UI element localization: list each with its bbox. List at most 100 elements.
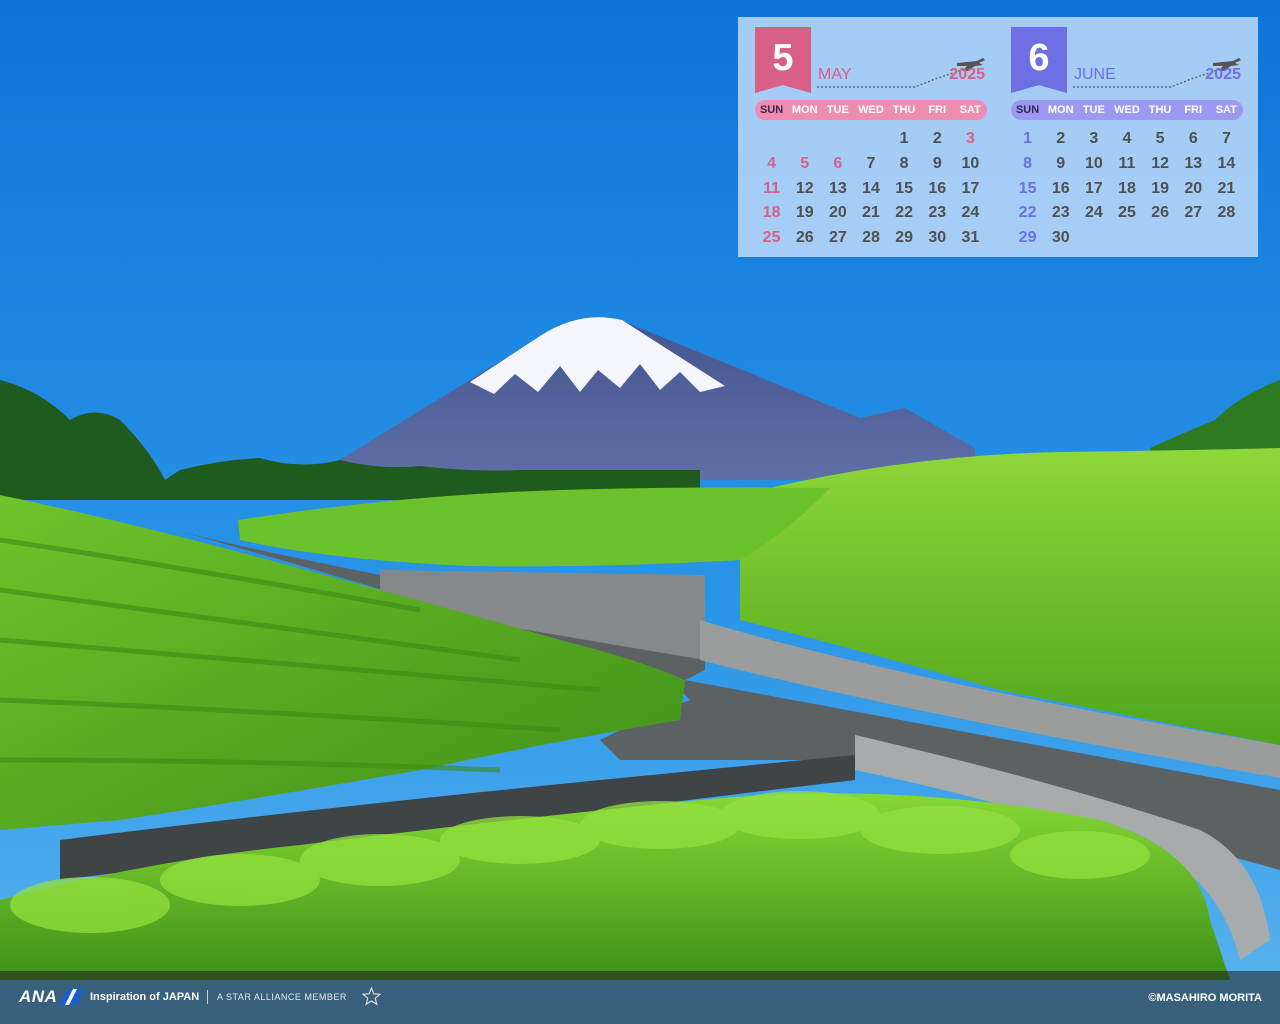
- weekday-label: THU: [892, 104, 916, 116]
- day-cell: 6: [1188, 130, 1198, 147]
- ana-stripe-icon: [59, 989, 86, 1005]
- day-cell: 24: [1084, 204, 1103, 222]
- weekday-label: MON: [791, 104, 818, 116]
- day-cell: 8: [899, 154, 909, 172]
- day-cell: 29: [895, 229, 914, 247]
- month-name: MAY: [818, 66, 852, 83]
- weekday-label: WED: [858, 104, 884, 116]
- weekday-label: FRI: [928, 104, 947, 116]
- weekday-label: SUN: [759, 104, 784, 116]
- day-cell: 23: [928, 204, 947, 222]
- day-empty: [821, 127, 854, 152]
- day-cell: 16: [1051, 179, 1070, 197]
- day-cell: 3: [1089, 130, 1099, 147]
- ana-logo: ANA: [19, 987, 86, 1006]
- day-cell: 5: [1155, 130, 1165, 147]
- weekday-label: FRI: [1184, 104, 1203, 116]
- month-year: 2025: [949, 66, 985, 83]
- day-cell: 4: [767, 154, 777, 172]
- month-year: 2025: [1205, 66, 1241, 83]
- calendar-panel: 5 MAY 2025 SUN MON TUE WED THU FRI SAT 1…: [738, 17, 1258, 257]
- day-cell: 13: [1184, 154, 1203, 172]
- day-cell: 17: [1084, 179, 1103, 197]
- day-cell: 11: [763, 179, 781, 197]
- day-cell: 1: [899, 130, 909, 147]
- day-cell: 2: [1056, 130, 1066, 147]
- day-cell: 27: [1184, 204, 1203, 222]
- day-cell: 17: [961, 179, 980, 197]
- day-cell: 1: [1023, 130, 1033, 147]
- weekday-header: SUN MON TUE WED THU FRI SAT: [755, 100, 987, 120]
- day-cell: 11: [1118, 154, 1136, 172]
- day-cell: 28: [1217, 204, 1236, 222]
- day-cell: 28: [862, 229, 880, 247]
- month-june: 6 JUNE 2025 SUN MON TUE WED THU FRI SAT …: [1011, 27, 1243, 249]
- day-cell: 30: [928, 229, 947, 247]
- day-empty: [854, 127, 887, 152]
- day-cell: 31: [961, 229, 980, 247]
- day-cell: 9: [932, 154, 942, 172]
- day-cell: 21: [1217, 179, 1236, 197]
- day-cell: 24: [961, 204, 980, 222]
- ana-logo-text: ANA: [19, 987, 58, 1006]
- tagline: Inspiration of JAPAN: [90, 991, 200, 1003]
- day-cell: 16: [928, 179, 947, 197]
- star-alliance-icon: [362, 987, 381, 1006]
- day-cell: 14: [862, 179, 880, 197]
- day-cell: 12: [1151, 154, 1170, 172]
- day-cell: 9: [1056, 154, 1066, 172]
- day-cell: 26: [1151, 204, 1170, 222]
- month-number-flag: 5: [755, 27, 811, 93]
- day-cell: 12: [795, 179, 814, 197]
- day-cell: 7: [1221, 130, 1231, 147]
- day-cell: 7: [866, 154, 876, 172]
- day-cell: 14: [1217, 154, 1236, 172]
- day-cell: 5: [800, 154, 810, 172]
- alliance-text: A STAR ALLIANCE MEMBER: [217, 992, 347, 1002]
- day-cell: 21: [862, 204, 880, 222]
- day-cell: 20: [828, 204, 847, 222]
- day-cell: 29: [1018, 229, 1037, 247]
- day-cell: 25: [762, 229, 781, 247]
- day-cell: 18: [762, 204, 781, 222]
- day-cell: 26: [795, 229, 814, 247]
- day-cell: 30: [1051, 229, 1070, 247]
- day-cell: 4: [1122, 130, 1132, 147]
- weekday-label: WED: [1114, 104, 1140, 116]
- day-cell: 22: [895, 204, 914, 222]
- day-cell: 3: [965, 130, 975, 147]
- footer-bar: ANA Inspiration of JAPAN A STAR ALLIANCE…: [0, 971, 1280, 1024]
- photo-credit: ©MASAHIRO MORITA: [1148, 992, 1262, 1004]
- day-cell: 19: [1151, 179, 1170, 197]
- month-name: JUNE: [1074, 66, 1116, 83]
- day-cell: 19: [795, 204, 814, 222]
- weekday-label: THU: [1148, 104, 1172, 116]
- day-cell: 23: [1051, 204, 1070, 222]
- divider: [207, 990, 208, 1004]
- day-cell: 25: [1118, 204, 1136, 222]
- day-cell: 18: [1118, 179, 1136, 197]
- day-cell: 15: [895, 179, 914, 197]
- day-cell: 10: [961, 154, 980, 172]
- weekday-label: MON: [1047, 104, 1074, 116]
- weekday-label: TUE: [826, 104, 849, 116]
- day-cell: 20: [1184, 179, 1203, 197]
- day-empty: [788, 127, 821, 152]
- day-cell: 2: [932, 130, 942, 147]
- day-cell: 27: [828, 229, 847, 247]
- month-number-flag: 6: [1011, 27, 1067, 93]
- day-cell: 10: [1084, 154, 1103, 172]
- day-grid: 1 2 3 4 5 6 7 8 9 10 11 12 13 14 15 16 17 18 19 20 21 22 23 24 2…: [1011, 127, 1243, 251]
- weekday-label: SAT: [959, 104, 981, 116]
- day-cell: 6: [833, 154, 843, 172]
- day-cell: 8: [1023, 154, 1033, 172]
- weekday-label: TUE: [1082, 104, 1105, 116]
- day-cell: 15: [1018, 179, 1037, 197]
- weekday-label: SUN: [1015, 104, 1040, 116]
- day-cell: 22: [1018, 204, 1037, 222]
- day-cell: 13: [828, 179, 847, 197]
- weekday-label: SAT: [1215, 104, 1237, 116]
- day-grid: 1 2 3 4 5 6 7 8 9 10 11 12 13 14 15 16 17 18 19 20 21 22 23 24 2…: [755, 127, 987, 251]
- day-empty: [755, 127, 788, 152]
- month-may: 5 MAY 2025 SUN MON TUE WED THU FRI SAT 1…: [755, 27, 987, 249]
